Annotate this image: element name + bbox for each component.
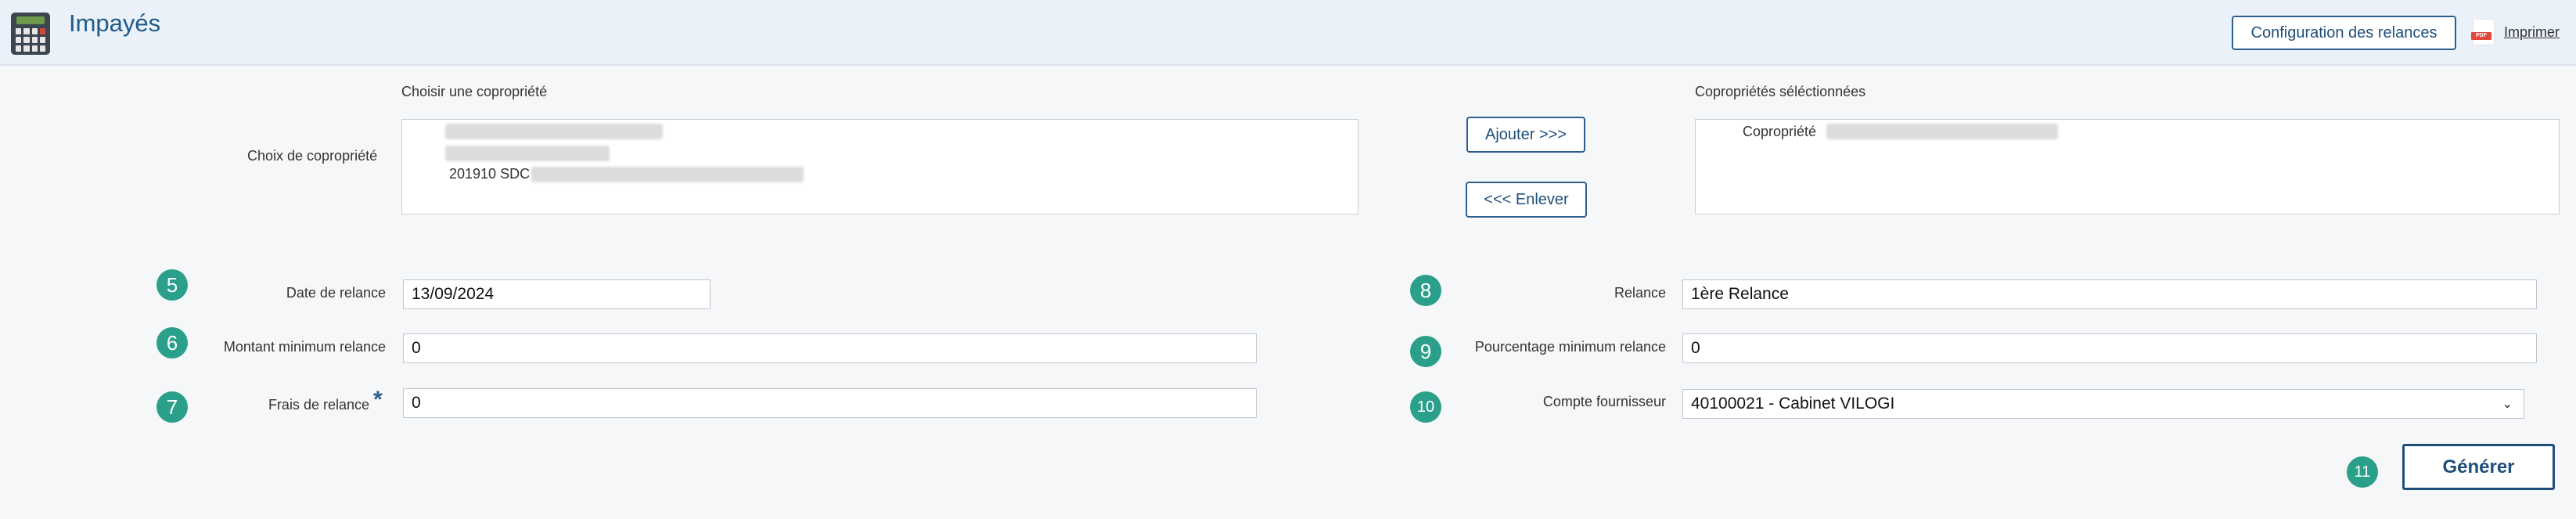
copro-choice-label: Choix de copropriété bbox=[247, 148, 378, 164]
compte-fournisseur-label: Compte fournisseur bbox=[1542, 394, 1666, 409]
list-item[interactable]: 201910 SDC bbox=[449, 166, 530, 182]
step-badge-10: 10 bbox=[1410, 391, 1441, 423]
compte-fournisseur-value: 40100021 - Cabinet VILOGI bbox=[1691, 395, 1895, 413]
pourcentage-minimum-input[interactable]: 0 bbox=[1682, 333, 2537, 363]
redacted-list-item[interactable] bbox=[445, 124, 663, 139]
choose-copro-heading: Choisir une copropriété bbox=[401, 84, 548, 99]
step-badge-9: 9 bbox=[1410, 336, 1441, 367]
date-relance-input[interactable]: 13/09/2024 bbox=[403, 279, 711, 309]
selected-copro-heading: Copropriétés séléctionnées bbox=[1695, 84, 1866, 99]
pdf-icon: PDF bbox=[2471, 19, 2495, 45]
page-header: Impayés Configuration des relances PDF I… bbox=[0, 0, 2576, 66]
step-badge-7: 7 bbox=[157, 391, 188, 423]
relance-input[interactable]: 1ère Relance bbox=[1682, 279, 2537, 309]
chevron-down-icon: ⌄ bbox=[2502, 398, 2513, 411]
date-relance-label: Date de relance bbox=[286, 285, 386, 301]
montant-minimum-input[interactable]: 0 bbox=[403, 333, 1257, 363]
required-asterisk: * bbox=[373, 387, 383, 413]
relance-label: Relance bbox=[1614, 285, 1666, 301]
pourcentage-minimum-label: Pourcentage minimum relance bbox=[1474, 339, 1666, 355]
frais-relance-input[interactable]: 0 bbox=[403, 388, 1257, 418]
page-title: Impayés bbox=[69, 9, 161, 37]
available-copro-list[interactable]: 201910 SDC bbox=[401, 119, 1358, 214]
calculator-icon bbox=[11, 13, 50, 55]
montant-minimum-label: Montant minimum relance bbox=[223, 339, 386, 355]
redacted-text bbox=[1826, 124, 2058, 139]
redacted-list-item[interactable] bbox=[445, 146, 610, 161]
step-badge-5: 5 bbox=[157, 269, 188, 301]
step-badge-8: 8 bbox=[1410, 275, 1441, 306]
selected-copro-list[interactable]: Copropriété bbox=[1695, 119, 2560, 214]
print-link[interactable]: PDF Imprimer bbox=[2471, 19, 2560, 45]
print-label[interactable]: Imprimer bbox=[2504, 24, 2560, 41]
config-relances-button[interactable]: Configuration des relances bbox=[2232, 16, 2456, 50]
compte-fournisseur-select[interactable]: 40100021 - Cabinet VILOGI ⌄ bbox=[1682, 389, 2524, 419]
add-copro-button[interactable]: Ajouter >>> bbox=[1466, 117, 1585, 153]
step-badge-11: 11 bbox=[2347, 456, 2378, 488]
redacted-text bbox=[531, 167, 804, 182]
generate-button[interactable]: Générer bbox=[2402, 444, 2555, 490]
selected-list-item[interactable]: Copropriété bbox=[1743, 124, 1816, 140]
step-badge-6: 6 bbox=[157, 327, 188, 359]
frais-relance-label: Frais de relance bbox=[268, 397, 369, 413]
remove-copro-button[interactable]: <<< Enlever bbox=[1466, 182, 1587, 218]
